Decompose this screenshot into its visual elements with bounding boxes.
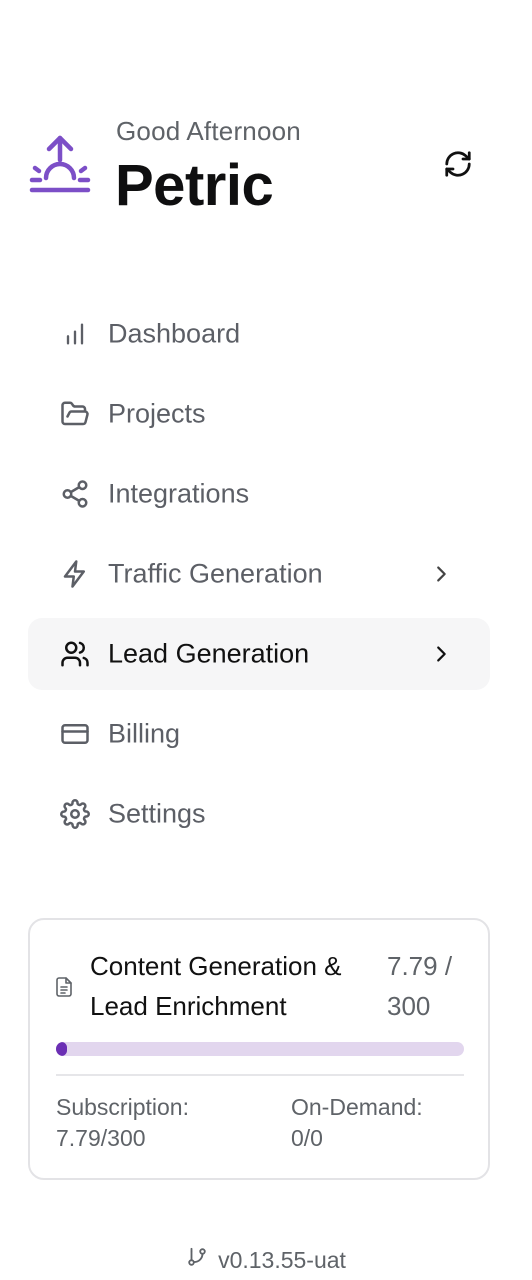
credit-card-icon [58,717,92,751]
usage-card: Content Generation & Lead Enrichment 7.7… [28,918,490,1180]
lightning-icon [58,557,92,591]
nav-item-integrations[interactable]: Integrations [28,458,490,530]
on-demand-usage: On-Demand: 0/0 [291,1092,423,1154]
document-icon [54,976,74,998]
nav-item-billing[interactable]: Billing [28,698,490,770]
nav-item-label: Projects [108,398,206,429]
bar-chart-icon [58,317,92,351]
refresh-button[interactable] [440,148,476,184]
chevron-right-icon[interactable] [428,641,454,667]
nav-item-label: Billing [108,718,181,749]
nav-item-label: Dashboard [108,318,241,349]
folder-open-icon [58,397,92,431]
nav-item-label: Integrations [108,478,250,509]
divider [56,1074,464,1076]
nav-item-projects[interactable]: Projects [28,378,490,450]
git-branch-icon [186,1246,208,1274]
on-demand-label: On-Demand: [291,1094,423,1120]
refresh-icon [443,149,473,184]
greeting-text: Good Afternoon [116,116,301,146]
sidebar-panel: Good Afternoon Petric Dashboard Projects… [0,0,532,1280]
subscription-usage: Subscription: 7.79/300 [56,1092,189,1154]
version-info: v0.13.55-uat [0,1242,532,1278]
nav-item-traffic-generation[interactable]: Traffic Generation [28,538,490,610]
share-icon [58,477,92,511]
usage-value: 7.79 / 300 [387,951,453,1021]
gear-icon [58,797,92,831]
nav-item-label: Traffic Generation [108,558,323,589]
usage-title: Content Generation & Lead Enrichment [90,951,342,1021]
nav-item-dashboard[interactable]: Dashboard [28,298,490,370]
version-text: v0.13.55-uat [218,1246,346,1273]
nav-item-lead-generation[interactable]: Lead Generation [28,618,490,690]
on-demand-value: 0/0 [291,1125,323,1151]
subscription-label: Subscription: [56,1094,189,1120]
nav-item-settings[interactable]: Settings [28,778,490,850]
user-name: Petric [115,153,274,218]
subscription-value: 7.79/300 [56,1125,146,1151]
usage-progress-bar [56,1042,464,1056]
nav-item-label: Lead Generation [108,638,310,669]
nav-item-label: Settings [108,798,206,829]
usage-progress-fill [56,1042,67,1056]
header: Good Afternoon Petric [28,112,504,222]
chevron-right-icon[interactable] [428,561,454,587]
users-icon [58,637,92,671]
main-nav: Dashboard Projects Integrations Traffic … [28,298,490,858]
sunrise-icon [28,134,92,196]
